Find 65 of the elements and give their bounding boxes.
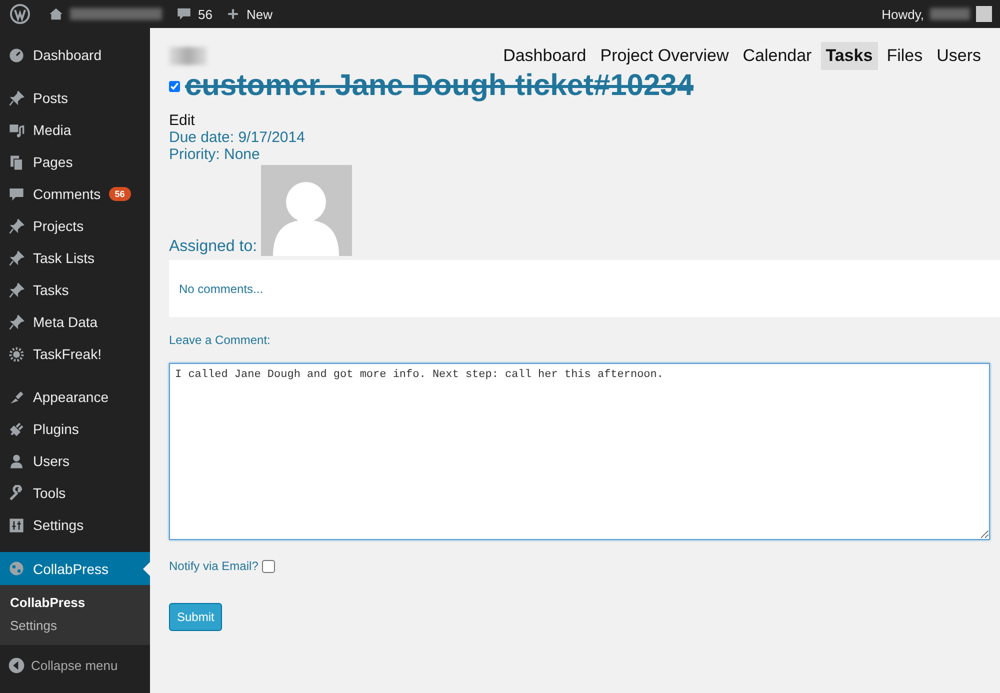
person-icon [8, 452, 25, 470]
nav-tab[interactable]: Project Overview [595, 42, 734, 70]
pushpin-icon [8, 282, 25, 298]
sliders-icon [8, 516, 25, 534]
nav-tab[interactable]: Files [882, 42, 928, 70]
nav-tab[interactable]: Dashboard [498, 42, 592, 70]
menu-item[interactable]: Tasks [0, 274, 150, 306]
menu-item[interactable]: Task Lists [0, 242, 150, 274]
menu-item[interactable]: Appearance [0, 381, 150, 413]
menu-item[interactable]: Pages [0, 146, 150, 178]
left-arrow-circle-icon [8, 657, 25, 674]
avatar-icon [261, 165, 352, 256]
menu-item[interactable]: Tools [0, 477, 150, 509]
menu-item[interactable]: Posts [0, 82, 150, 114]
menu-item[interactable]: Comments 56 [0, 178, 150, 210]
plus-icon [226, 7, 240, 21]
nav-tab[interactable]: Tasks [820, 42, 878, 70]
pushpin-icon [8, 218, 25, 234]
submenu-item[interactable]: Settings [0, 614, 150, 637]
menu-item[interactable]: Media [0, 114, 150, 146]
dashboard-gauge-icon [8, 46, 25, 64]
pushpin-icon [8, 314, 25, 330]
nav-tab[interactable]: Calendar [738, 42, 817, 70]
nav-tab[interactable]: Users [932, 42, 986, 70]
gear-icon [8, 346, 25, 362]
pages-icon [8, 154, 25, 170]
notify-label: Notify via Email? [169, 559, 258, 573]
comment-field[interactable]: I called Jane Dough and got more info. Next step: call her this afternoon. [169, 363, 990, 540]
plug-icon [8, 420, 25, 438]
menu-item[interactable]: Users [0, 445, 150, 477]
menu-item[interactable]: Dashboard [0, 39, 150, 71]
account-link[interactable]: Howdy, [882, 6, 992, 22]
count-badge: 56 [108, 187, 131, 201]
no-comments-text: No comments... [179, 282, 264, 296]
collapse-menu-button[interactable]: Collapse menu [0, 645, 150, 686]
site-logo [169, 47, 207, 65]
menu-item[interactable]: Plugins [0, 413, 150, 445]
menu-item[interactable]: Settings [0, 509, 150, 541]
wordpress-logo-icon [10, 4, 30, 24]
priority: Priority: None [169, 146, 261, 163]
new-link[interactable]: New [226, 6, 272, 22]
task-title: customer. Jane Dough ticket#10234 [185, 70, 694, 102]
home-icon [48, 6, 64, 22]
edit-link[interactable]: Edit [169, 112, 1000, 129]
site-home-link[interactable] [48, 6, 162, 22]
speech-bubble-icon [8, 186, 25, 202]
menu-item[interactable]: Projects [0, 210, 150, 242]
notify-checkbox[interactable] [262, 560, 276, 572]
media-icon [8, 122, 25, 138]
avatar-icon [976, 6, 992, 22]
menu-item[interactable]: TaskFreak! [0, 338, 150, 370]
redacted-text [930, 8, 970, 20]
comments-link[interactable]: 56 [176, 6, 212, 22]
pushpin-icon [8, 90, 25, 106]
due-date: Due date: 9/17/2014 [169, 129, 306, 146]
leave-comment-label: Leave a Comment: [169, 333, 272, 347]
menu-item[interactable]: Meta Data [0, 306, 150, 338]
pushpin-icon [8, 250, 25, 266]
task-checkbox[interactable] [169, 80, 180, 92]
paintbrush-icon [8, 388, 25, 406]
assigned-label: Assigned to: [169, 238, 258, 256]
speech-bubble-icon [176, 6, 192, 22]
menu-item[interactable]: CollabPress [0, 552, 150, 585]
submenu-item[interactable]: CollabPress [0, 591, 150, 614]
globe-icon [8, 560, 25, 577]
